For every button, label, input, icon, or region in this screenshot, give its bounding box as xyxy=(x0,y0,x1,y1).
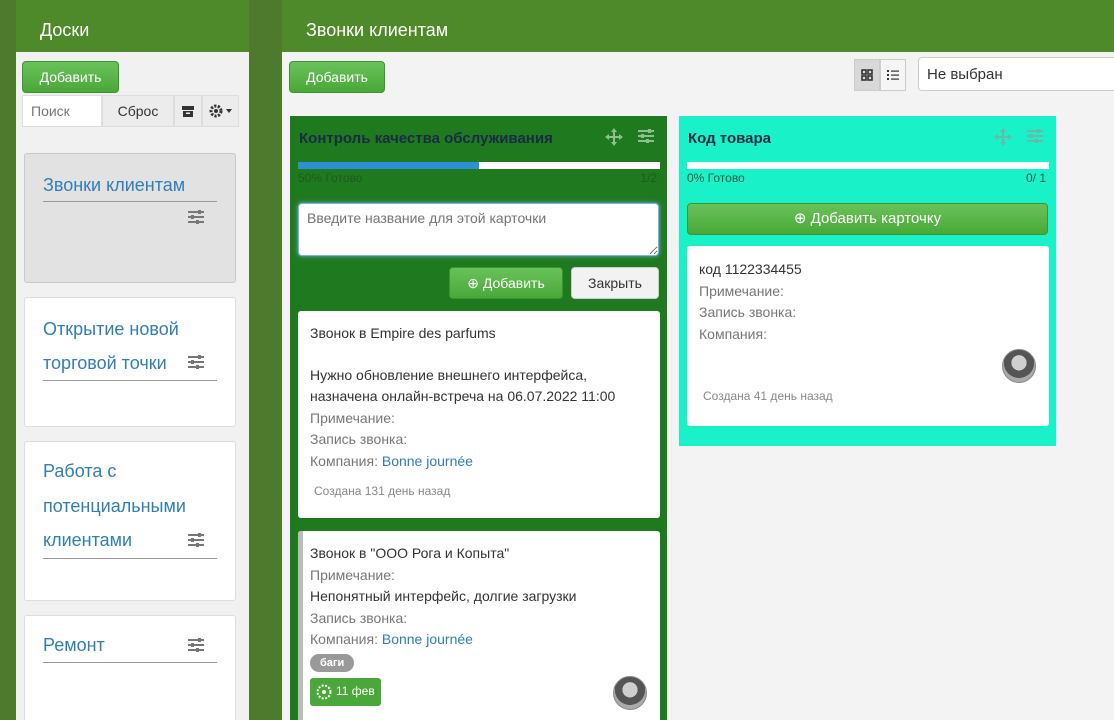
add-card-label: Добавить карточку xyxy=(810,210,942,227)
board-title: Открытие новой xyxy=(43,319,179,339)
user-avatar[interactable] xyxy=(1002,349,1036,383)
boards-panel-title: Доски xyxy=(16,0,249,52)
settings-dropdown-button[interactable] xyxy=(202,95,239,127)
board-title-line2: торговой точки xyxy=(43,353,167,373)
column-product-code: Код товара 0% Готово 0/ 1 ⊕ Добавить кар… xyxy=(679,116,1056,446)
board-item-new-store[interactable]: Открытие новой торговой точки xyxy=(24,297,236,427)
card[interactable]: код 1122334455 Примечание: Запись звонка… xyxy=(687,246,1049,426)
progress-label: 0% Готово xyxy=(687,171,745,185)
card-title: код 1122334455 xyxy=(699,261,802,277)
company-link[interactable]: Bonne journée xyxy=(382,631,473,647)
add-board-button[interactable]: Добавить xyxy=(22,61,119,93)
due-date-badge[interactable]: 11 фев xyxy=(310,678,381,706)
progress-count: 0/ 1 xyxy=(1025,171,1046,185)
list-icon xyxy=(887,70,899,80)
board-title-line2: потенциальными xyxy=(43,496,186,516)
close-card-form-button[interactable]: Закрыть xyxy=(571,267,659,299)
board-title: Звонки клиентам xyxy=(43,175,186,195)
company-label: Компания: xyxy=(310,452,378,469)
board-title-line3: клиентами xyxy=(43,530,133,550)
company-label: Компания: xyxy=(310,631,378,647)
board-item-calls[interactable]: Звонки клиентам xyxy=(24,153,236,283)
board-search-input[interactable] xyxy=(22,95,102,127)
column-progress-bar xyxy=(687,162,1049,169)
tag-badge[interactable]: баги xyxy=(310,653,355,672)
column-title: Контроль качества обслуживания xyxy=(299,130,553,147)
archive-button[interactable] xyxy=(174,95,202,127)
record-label: Запись звонка: xyxy=(310,609,408,626)
due-date-label: 11 фев xyxy=(336,684,375,699)
archive-icon xyxy=(182,106,194,117)
card-created-date: Создана 41 день назад xyxy=(703,389,833,403)
plus-circle-icon: ⊕ xyxy=(467,275,479,291)
new-card-title-input[interactable] xyxy=(298,203,659,256)
add-column-button[interactable]: Добавить xyxy=(289,61,385,93)
note-label: Примечание: xyxy=(310,566,395,583)
card-title: Звонок в "ООО Рога и Копыта" xyxy=(310,545,510,561)
company-link[interactable]: Bonne journée xyxy=(382,453,473,469)
card-created-date: Создана 131 день назад xyxy=(314,484,451,498)
card[interactable]: Звонок в Empire des parfums Нужно обновл… xyxy=(298,311,660,518)
board-settings-icon[interactable] xyxy=(187,637,205,653)
progress-count: 1/2 xyxy=(640,171,657,185)
board-settings-icon[interactable] xyxy=(187,354,205,370)
record-label: Запись звонка: xyxy=(699,304,797,320)
column-settings-icon[interactable] xyxy=(1026,128,1044,144)
plus-circle-icon: ⊕ xyxy=(793,210,807,227)
view-toggle xyxy=(854,59,906,91)
note-value: Непонятный интерфейс, долгие загрузки xyxy=(310,588,577,604)
board-item-repair[interactable]: Ремонт xyxy=(24,615,236,720)
note-label: Примечание: xyxy=(310,409,395,426)
card[interactable]: Звонок в "ООО Рога и Копыта" Примечание:… xyxy=(298,531,660,720)
column-quality-control: Контроль качества обслуживания 50% Готов… xyxy=(290,116,667,720)
board-title-header: Звонки клиентам xyxy=(282,0,1114,52)
progress-label: 50% Готово xyxy=(298,171,363,185)
company-label: Компания: xyxy=(699,325,767,342)
column-title: Код товара xyxy=(688,130,771,147)
card-title: Звонок в Empire des parfums xyxy=(310,325,496,341)
list-view-button[interactable] xyxy=(880,59,906,91)
card-description: Нужно обновление внешнего интерфейса, xyxy=(310,366,588,383)
grid-view-button[interactable] xyxy=(854,59,880,91)
gear-icon xyxy=(209,104,232,118)
boards-panel: Доски Добавить Сброс Звонки клиентам Отк… xyxy=(16,0,249,720)
move-icon[interactable] xyxy=(994,128,1012,146)
add-card-button[interactable]: ⊕ Добавить карточку xyxy=(687,203,1048,235)
column-settings-icon[interactable] xyxy=(637,128,655,144)
board-title: Работа с xyxy=(43,461,117,481)
board-item-leads[interactable]: Работа с потенциальными клиентами xyxy=(24,441,236,601)
board-title: Ремонт xyxy=(43,635,105,655)
move-icon[interactable] xyxy=(605,128,623,146)
column-progress-bar xyxy=(298,162,660,169)
note-label: Примечание: xyxy=(699,282,784,299)
reset-search-button[interactable]: Сброс xyxy=(102,95,174,127)
card-description-line2: назначена онлайн-встреча на 06.07.2022 1… xyxy=(310,388,616,404)
board-settings-icon[interactable] xyxy=(187,209,205,225)
add-card-confirm-button[interactable]: ⊕ Добавить xyxy=(449,267,563,299)
board-main: Звонки клиентам Добавить Не выбран Контр… xyxy=(282,0,1114,720)
grid-icon xyxy=(861,69,873,81)
column-progress-fill xyxy=(298,162,479,169)
user-avatar[interactable] xyxy=(613,676,647,710)
clock-icon xyxy=(316,684,332,700)
filter-select[interactable]: Не выбран xyxy=(918,57,1114,91)
add-card-confirm-label: Добавить xyxy=(482,275,545,291)
record-label: Запись звонка: xyxy=(310,431,408,447)
board-settings-icon[interactable] xyxy=(187,532,205,548)
